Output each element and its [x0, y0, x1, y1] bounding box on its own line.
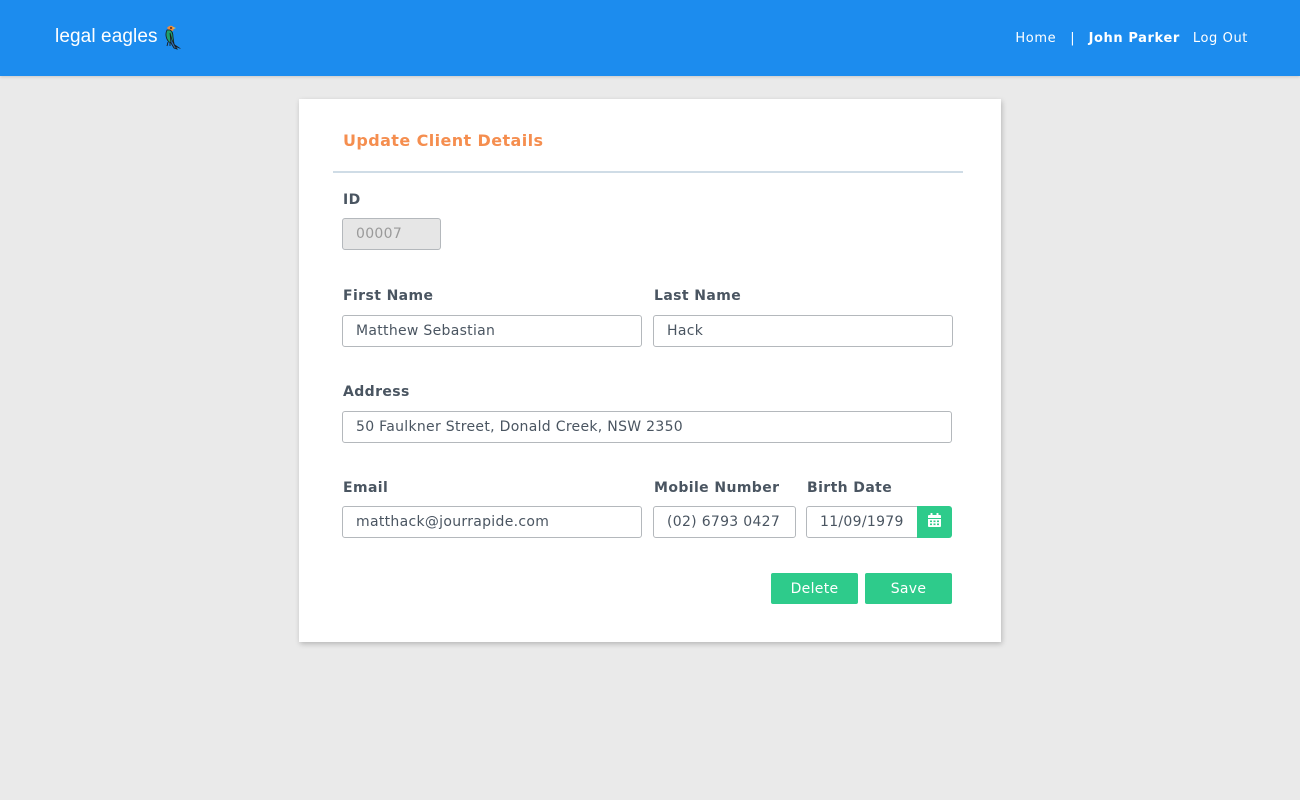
birth-date-label: Birth Date [807, 480, 893, 496]
address-field[interactable] [342, 411, 952, 443]
title-divider [333, 171, 963, 173]
address-label: Address [343, 384, 410, 400]
save-button[interactable]: Save [865, 573, 952, 604]
birth-date-picker-button[interactable] [917, 506, 952, 538]
last-name-label: Last Name [654, 288, 742, 304]
email-label: Email [343, 480, 389, 496]
last-name-field[interactable] [653, 315, 953, 347]
first-name-field[interactable] [342, 315, 642, 347]
logout-link[interactable]: Log Out [1193, 31, 1248, 46]
birth-date-field[interactable] [806, 506, 919, 538]
page-title: Update Client Details [343, 131, 544, 150]
current-user-name: John Parker [1088, 31, 1180, 46]
delete-button[interactable]: Delete [771, 573, 858, 604]
logo-link[interactable]: legal eagles [55, 24, 183, 50]
eagle-logo-icon [161, 24, 183, 50]
logo-text: legal eagles [55, 26, 158, 47]
nav-separator: | [1070, 31, 1075, 46]
mobile-number-field[interactable] [653, 506, 796, 538]
header-nav: Home | John Parker Log Out [1015, 31, 1248, 46]
nav-home-link[interactable]: Home [1015, 31, 1056, 46]
top-navigation-bar: legal eagles Home | John Parker Log Out [0, 0, 1300, 76]
client-details-card: Update Client Details ID First Name Last… [299, 99, 1001, 642]
email-field[interactable] [342, 506, 642, 538]
calendar-icon [927, 512, 942, 532]
id-field [342, 218, 441, 250]
id-label: ID [343, 192, 361, 208]
first-name-label: First Name [343, 288, 434, 304]
mobile-number-label: Mobile Number [654, 480, 780, 496]
